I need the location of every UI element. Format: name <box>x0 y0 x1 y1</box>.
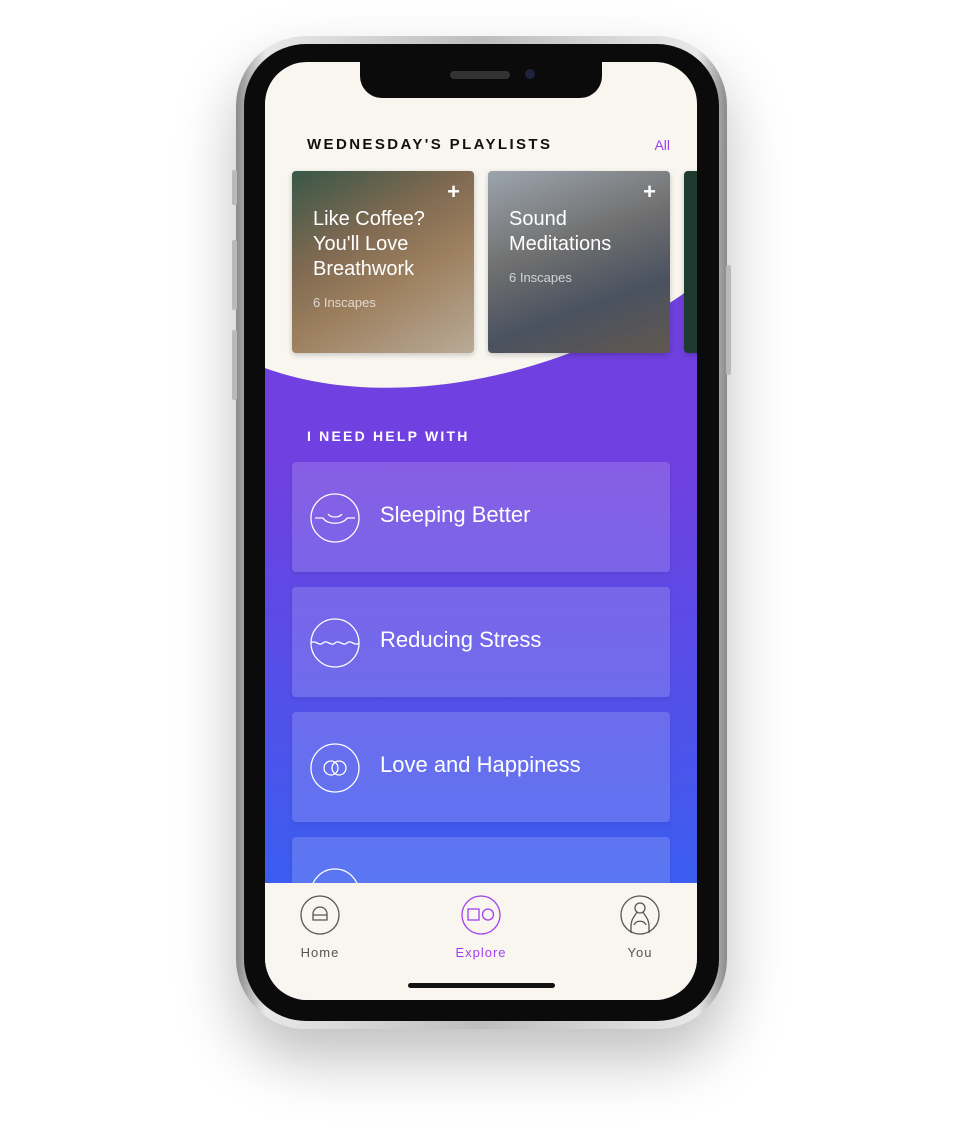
help-item-label: Reducing Stress <box>380 627 542 652</box>
playlist-count: 6 Inscapes <box>313 295 376 310</box>
help-title: I NEED HELP WITH <box>307 428 470 444</box>
help-item-sleeping-better[interactable]: Sleeping Better <box>292 462 670 572</box>
playlist-count: 6 Inscapes <box>509 270 572 285</box>
power-button <box>726 265 731 375</box>
playlist-card[interactable]: + Like Coffee? You'll Love Breathwork 6 I… <box>292 171 474 353</box>
wave-icon <box>310 618 360 668</box>
playlist-title: Like Coffee? You'll Love Breathwork <box>313 208 425 280</box>
volume-down-button <box>232 330 237 400</box>
sleep-icon <box>310 493 360 543</box>
rings-icon <box>310 743 360 793</box>
mute-switch <box>232 170 237 205</box>
playlist-card[interactable]: + Sound Meditations 6 Inscapes <box>488 171 670 353</box>
home-indicator[interactable] <box>408 983 555 988</box>
home-icon <box>300 895 340 935</box>
tab-label: Explore <box>455 945 507 960</box>
tab-explore[interactable]: Explore <box>441 895 521 960</box>
plus-icon[interactable]: + <box>643 179 656 205</box>
help-item-label: Love and Happiness <box>380 752 581 777</box>
playlist-title: Sound Meditations <box>509 208 612 255</box>
playlist-card[interactable] <box>684 171 697 353</box>
tab-home[interactable]: Home <box>280 895 360 960</box>
tab-label: You <box>627 945 653 960</box>
section-title: WEDNESDAY'S PLAYLISTS <box>307 136 553 153</box>
plus-icon[interactable]: + <box>447 179 460 205</box>
tab-label: Home <box>300 945 340 960</box>
explore-icon <box>461 895 501 935</box>
volume-up-button <box>232 240 237 310</box>
profile-icon <box>620 895 660 935</box>
camera <box>525 69 535 79</box>
help-item-reducing-stress[interactable]: Reducing Stress <box>292 587 670 697</box>
notch <box>360 62 602 98</box>
app-screen: WEDNESDAY'S PLAYLISTS All + Like Coffee?… <box>265 62 697 1000</box>
tab-you[interactable]: You <box>600 895 680 960</box>
help-item-label: Sleeping Better <box>380 502 531 527</box>
all-link[interactable]: All <box>654 137 670 153</box>
help-item-love-and-happiness[interactable]: Love and Happiness <box>292 712 670 822</box>
speaker <box>450 71 510 79</box>
